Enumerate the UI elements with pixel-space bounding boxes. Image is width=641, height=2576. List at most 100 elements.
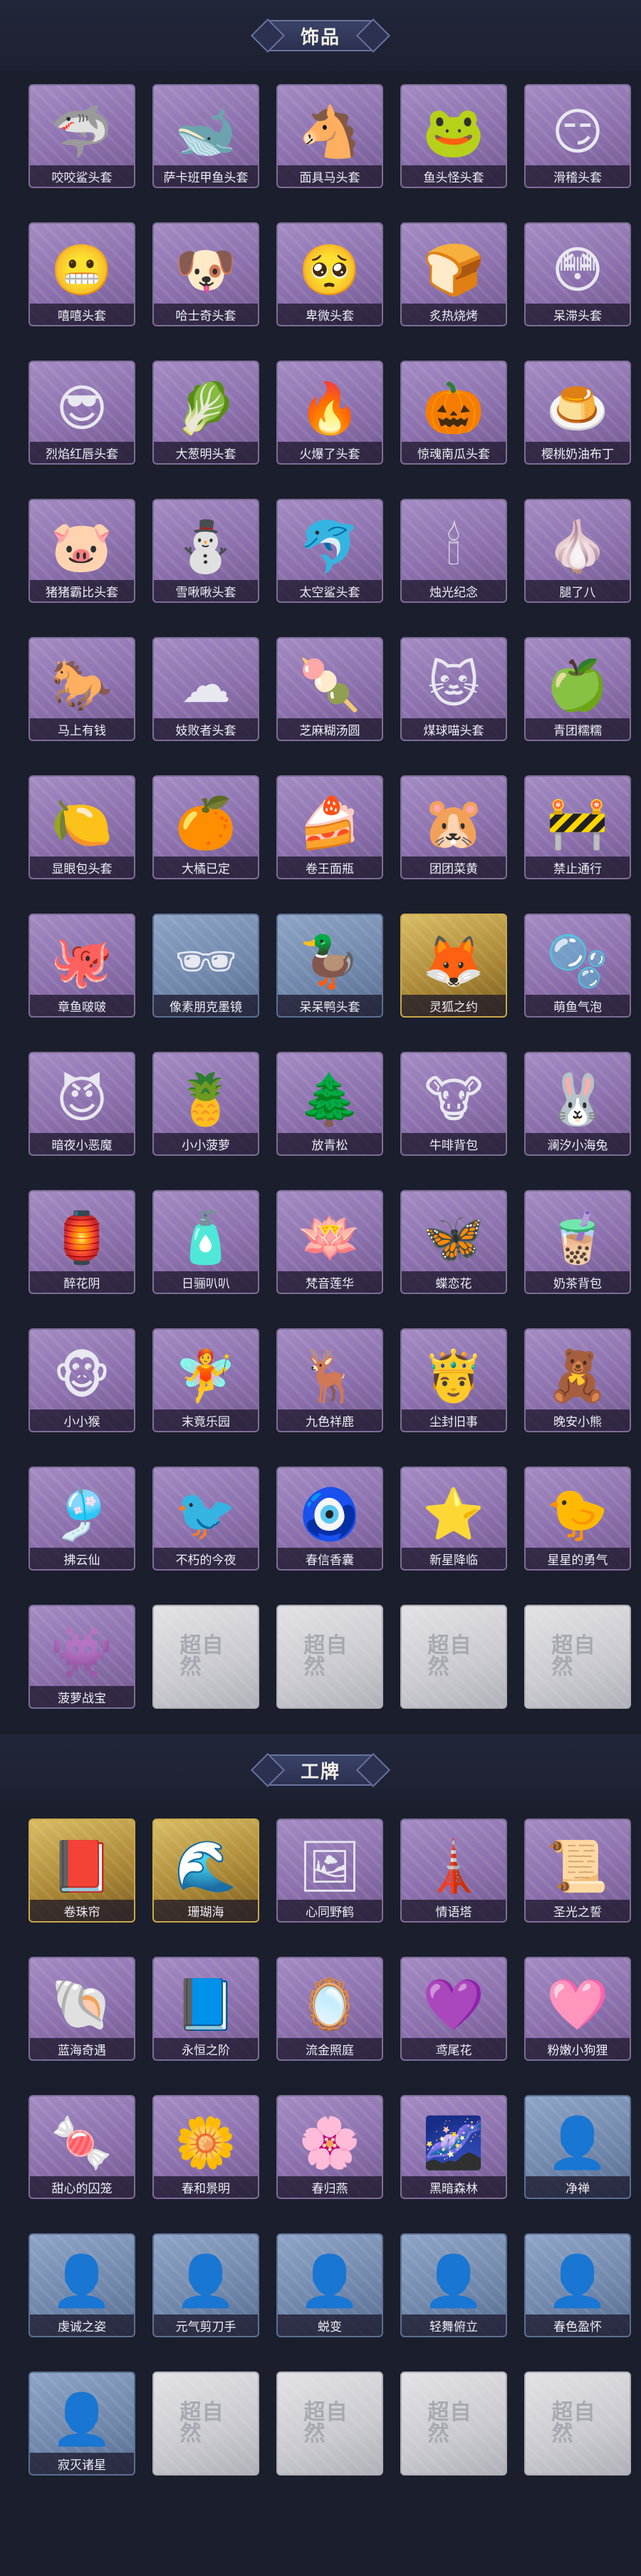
item-card[interactable]: 👤 寂灭诸星 — [28, 2371, 135, 2476]
item-card[interactable]: 🦆 呆呆鸭头套 — [276, 914, 383, 1018]
item-card[interactable]: 😈 暗夜小恶魔 — [28, 1052, 135, 1156]
item-card[interactable]: 👾 菠萝战宝 — [28, 1605, 135, 1709]
pikachu-head-icon: 😎 — [56, 379, 108, 438]
item-label: 心同野鹤 — [278, 1900, 382, 1921]
item-card[interactable]: 🌲 放青松 — [276, 1052, 383, 1156]
item-card[interactable]: 🕯 烛光纪念 — [400, 499, 507, 603]
item-card[interactable]: 🐶 哈士奇头套 — [152, 222, 259, 326]
item-label: 春和景明 — [154, 2176, 258, 2198]
item-card[interactable]: 🌸 春归燕 — [276, 2095, 383, 2199]
item-card[interactable]: 🦋 蝶恋花 — [400, 1190, 507, 1294]
item-card[interactable]: 🌊 珊瑚海 — [152, 1819, 259, 1923]
item-card[interactable]: 🍏 青团糯糯 — [524, 637, 631, 741]
item-card[interactable]: 🪷 梵音莲华 — [276, 1190, 383, 1294]
item-card[interactable]: 😳 呆滞头套 — [524, 222, 631, 326]
item-card[interactable]: ⭐ 新星降临 — [400, 1467, 507, 1571]
fish-monster-head-icon: 🐸 — [422, 103, 485, 162]
item-card[interactable]: 🐷 猪猪霸比头套 — [28, 499, 135, 603]
item-card[interactable]: 💜 鸢尾花 — [400, 1957, 507, 2061]
item-card[interactable]: 🏮 醉花阴 — [28, 1190, 135, 1294]
item-card[interactable]: 🐤 星星的勇气 — [524, 1467, 631, 1571]
item-card[interactable]: 🧸 晚安小熊 — [524, 1328, 631, 1432]
item-card[interactable]: 👤 净禅 — [524, 2095, 631, 2199]
item-card[interactable]: 🐱 煤球喵头套 — [400, 637, 507, 741]
item-card[interactable]: 🥬 大葱明头套 — [152, 361, 259, 465]
candle-icon: 🕯 — [447, 517, 461, 576]
item-card[interactable]: 🕶 像素朋克墨镜 — [152, 914, 259, 1018]
item-label: 呆呆鸭头套 — [278, 995, 382, 1016]
courage-charm-icon: 🐤 — [546, 1485, 609, 1544]
silhouette-badge-icon: 👤 — [546, 2114, 609, 2173]
item-card[interactable]: 👤 轻舞俯立 — [400, 2233, 507, 2337]
item-card[interactable]: 🤴 尘封旧事 — [400, 1328, 507, 1432]
item-card[interactable]: 🦊 灵狐之约 — [400, 914, 507, 1018]
item-card[interactable]: 🐬 太空鲨头套 — [276, 499, 383, 603]
item-card[interactable]: 🍍 小小菠萝 — [152, 1052, 259, 1156]
item-card[interactable]: 🍊 大橘已定 — [152, 775, 259, 879]
item-label: 牛啡背包 — [402, 1133, 506, 1154]
item-card[interactable]: 🪞 流金照庭 — [276, 1957, 383, 2061]
item-card[interactable]: 🗼 情语塔 — [400, 1819, 507, 1923]
tower-badge-icon: 🗼 — [422, 1837, 485, 1896]
item-card[interactable]: 🐚 蓝海奇遇 — [28, 1957, 135, 2061]
item-card[interactable]: 🐎 马上有钱 — [28, 637, 135, 741]
item-card[interactable]: 🖼 心同野鹤 — [276, 1819, 383, 1923]
empty-slot: 超自然 — [152, 1605, 259, 1709]
item-card[interactable]: 🦌 九色祥鹿 — [276, 1328, 383, 1432]
item-card[interactable]: 🐹 团团菜黄 — [400, 775, 507, 879]
item-card[interactable]: 🧄 腿了八 — [524, 499, 631, 603]
item-card[interactable]: 🚧 禁止通行 — [524, 775, 631, 879]
item-card[interactable]: 📜 圣光之誓 — [524, 1819, 631, 1923]
item-card[interactable]: 🐴 面具马头套 — [276, 84, 383, 188]
item-card[interactable]: 🐵 小小猴 — [28, 1328, 135, 1432]
item-card[interactable]: 🐙 章鱼啵啵 — [28, 914, 135, 1018]
item-card[interactable]: 👤 元气剪刀手 — [152, 2233, 259, 2337]
fish-head-icon: 🐋 — [174, 103, 237, 162]
item-card[interactable]: 🍮 樱桃奶油布丁 — [524, 361, 631, 465]
item-card[interactable]: ☁ 妓败者头套 — [152, 637, 259, 741]
item-label: 星星的勇气 — [526, 1548, 630, 1569]
item-card[interactable]: 🧿 春信香囊 — [276, 1467, 383, 1571]
section-badges: 工牌 📕 卷珠帘 🌊 珊瑚海 🖼 心同野鹤 🗼 情语塔 📜 圣光之誓 🐚 蓝海奇遇 📘 永恒之阶 🪞 流金照庭… — [0, 1734, 641, 2476]
item-card[interactable]: 🍬 甜心的囚笼 — [28, 2095, 135, 2199]
item-card[interactable]: 🐸 鱼头怪头套 — [400, 84, 507, 188]
item-card[interactable]: 🩷 粉嫩小狗狸 — [524, 1957, 631, 2061]
item-card[interactable]: 🥺 卑微头套 — [276, 222, 383, 326]
pudding-head-icon: 🍮 — [546, 379, 609, 438]
item-card[interactable]: 📘 永恒之阶 — [152, 1957, 259, 2061]
item-card[interactable]: ⛄ 雪啾啾头套 — [152, 499, 259, 603]
item-card[interactable]: 🐦 不朽的今夜 — [152, 1467, 259, 1571]
item-card[interactable]: 🔥 火爆了头套 — [276, 361, 383, 465]
item-card[interactable]: 🫧 萌鱼气泡 — [524, 914, 631, 1018]
item-card[interactable]: 🐋 萨卡班甲鱼头套 — [152, 84, 259, 188]
item-card[interactable]: 🍰 卷王面瓶 — [276, 775, 383, 879]
item-card[interactable]: 🍋 显眼包头套 — [28, 775, 135, 879]
item-card[interactable]: 📕 卷珠帘 — [28, 1819, 135, 1923]
little-devil-icon: 😈 — [56, 1070, 108, 1129]
item-card[interactable]: 😏 滑稽头套 — [524, 84, 631, 188]
item-card[interactable]: 👤 虔诚之姿 — [28, 2233, 135, 2337]
item-card[interactable]: 👤 蜕变 — [276, 2233, 383, 2337]
item-label: 猪猪霸比头套 — [30, 580, 134, 601]
pineapple-icon: 🍍 — [174, 1070, 237, 1129]
item-card[interactable]: 😬 嘻嘻头套 — [28, 222, 135, 326]
item-card[interactable]: 🦈 咬咬鲨头套 — [28, 84, 135, 188]
item-label: 禁止通行 — [526, 857, 630, 878]
item-card[interactable]: 🍞 炙热烧烤 — [400, 222, 507, 326]
item-card[interactable]: 🌼 春和景明 — [152, 2095, 259, 2199]
item-card[interactable]: 🧴 日骊叭叭 — [152, 1190, 259, 1294]
item-label: 妓败者头套 — [154, 718, 258, 740]
item-card[interactable]: 🐮 牛啡背包 — [400, 1052, 507, 1156]
item-card[interactable]: 🌌 黑暗森林 — [400, 2095, 507, 2199]
cake-roll-icon: 🍰 — [298, 794, 361, 853]
item-card[interactable]: 👤 春色盈怀 — [524, 2233, 631, 2337]
item-card[interactable]: 🎃 惊魂南瓜头套 — [400, 361, 507, 465]
item-card[interactable]: 🍡 芝麻糊汤圆 — [276, 637, 383, 741]
item-card[interactable]: 😎 烈焰红唇头套 — [28, 361, 135, 465]
empty-slot: 超自然 — [276, 2371, 383, 2476]
item-card[interactable]: 🧚 末竟乐园 — [152, 1328, 259, 1432]
item-card[interactable]: 🎐 拂云仙 — [28, 1467, 135, 1571]
item-label: 拂云仙 — [30, 1548, 134, 1569]
item-card[interactable]: 🧋 奶茶背包 — [524, 1190, 631, 1294]
item-card[interactable]: 🐰 澜汐小海兔 — [524, 1052, 631, 1156]
